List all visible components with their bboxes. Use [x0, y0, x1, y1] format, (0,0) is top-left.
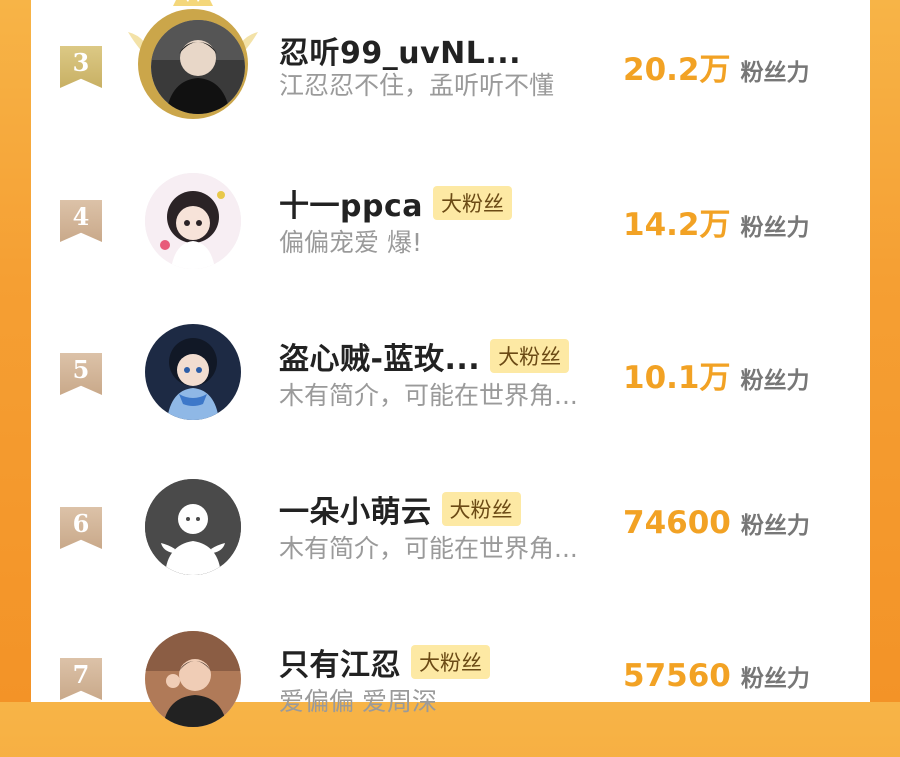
- fan-power: 74600 粉丝力: [623, 505, 810, 541]
- anime-boy-avatar-icon: [145, 324, 241, 420]
- fan-power: 10.1万 粉丝力: [623, 352, 810, 397]
- default-avatar-icon: [145, 479, 241, 575]
- fan-power-unit: 粉丝力: [740, 666, 810, 692]
- fan-power-value: 57560: [623, 658, 731, 694]
- fan-power-unit: 粉丝力: [740, 60, 810, 86]
- ranking-row[interactable]: 6 一朵小萌云 大粉丝 木有简介，可能在世界角... 74600 粉丝力: [31, 451, 870, 604]
- fan-power: 20.2万 粉丝力: [623, 44, 810, 89]
- user-avatar[interactable]: [145, 631, 241, 727]
- ranking-row[interactable]: 4 十一ppca 大粉丝 偏偏宠爱 爆! 14.2万 粉丝力: [31, 145, 870, 298]
- fan-power-value: 10.1万: [623, 360, 731, 396]
- photo-avatar-icon: [145, 631, 241, 727]
- ranking-row[interactable]: 3 忍听99_uvNL... 江忍忍不住，孟听听不懂 20.2万 粉丝力: [31, 0, 870, 145]
- user-name[interactable]: 十一ppca: [279, 181, 423, 225]
- rank-badge: 3: [60, 46, 102, 88]
- fan-power: 57560 粉丝力: [623, 658, 810, 694]
- user-avatar[interactable]: [145, 173, 241, 269]
- big-fan-badge: 大粉丝: [432, 186, 512, 220]
- rank-badge: 7: [60, 658, 102, 700]
- user-bio: 木有简介，可能在世界角...: [279, 534, 578, 563]
- fan-power-unit: 粉丝力: [740, 215, 810, 241]
- fan-power-unit: 粉丝力: [740, 368, 810, 394]
- user-bio: 江忍忍不住，孟听听不懂: [279, 71, 555, 100]
- rank-number: 7: [72, 660, 90, 689]
- rank-number: 4: [72, 202, 90, 231]
- user-avatar[interactable]: [145, 479, 241, 575]
- big-fan-badge: 大粉丝: [441, 492, 521, 526]
- rank-number: 3: [72, 48, 90, 77]
- user-name[interactable]: 只有江忍: [279, 640, 401, 684]
- rank-badge: 6: [60, 507, 102, 549]
- big-fan-badge: 大粉丝: [490, 339, 570, 373]
- rank-number: 6: [72, 509, 90, 538]
- fan-power-value: 20.2万: [623, 52, 731, 88]
- rank-number: 5: [72, 355, 90, 384]
- user-bio: 偏偏宠爱 爆!: [279, 228, 422, 257]
- ranking-row[interactable]: 7 只有江忍 大粉丝 爱偏偏 爱周深 57560 粉丝力: [31, 604, 870, 757]
- fan-power-value: 14.2万: [623, 207, 731, 243]
- fan-power-value: 74600: [623, 505, 731, 541]
- user-bio: 爱偏偏 爱周深: [279, 687, 437, 716]
- user-avatar[interactable]: [151, 20, 245, 114]
- big-fan-badge: 大粉丝: [411, 645, 490, 679]
- rank-badge: 4: [60, 200, 102, 242]
- user-name[interactable]: 盗心贼-蓝玫...: [279, 334, 480, 378]
- user-name[interactable]: 一朵小萌云: [279, 487, 432, 531]
- crowned-avatar-icon: [151, 20, 245, 114]
- ranking-row[interactable]: 5 盗心贼-蓝玫... 大粉丝 木有简介，可能在世界角... 10.1万 粉丝力: [31, 298, 870, 451]
- anime-girl-avatar-icon: [145, 173, 241, 269]
- fan-ranking-panel: 3 忍听99_uvNL... 江忍忍不住，孟听听不懂 20.2万 粉丝力 4 十…: [31, 0, 870, 727]
- user-bio: 木有简介，可能在世界角...: [279, 381, 578, 410]
- fan-power-unit: 粉丝力: [740, 513, 810, 539]
- rank-badge: 5: [60, 353, 102, 395]
- fan-power: 14.2万 粉丝力: [623, 199, 810, 244]
- user-avatar[interactable]: [145, 324, 241, 420]
